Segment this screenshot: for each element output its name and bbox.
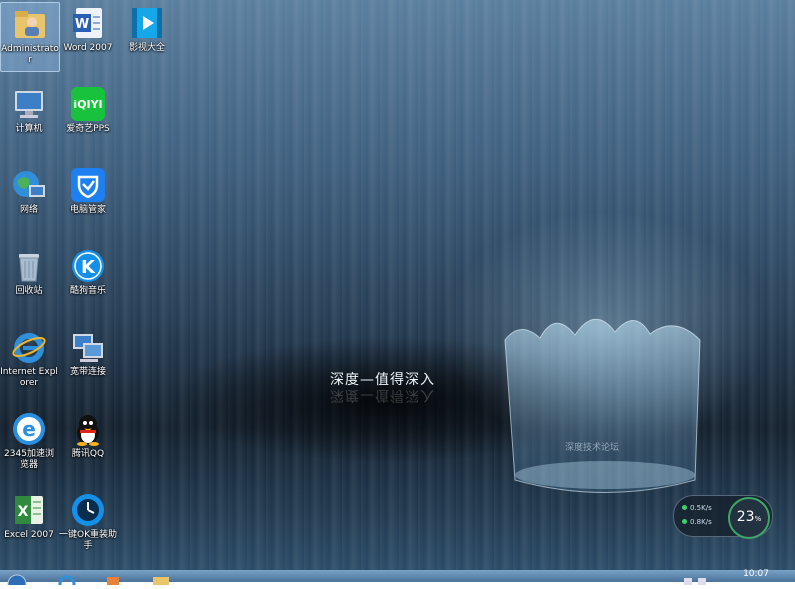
- desktop-icon-kugou[interactable]: K 酷狗音乐: [59, 245, 117, 297]
- start-button[interactable]: [4, 570, 30, 589]
- download-speed: 0.8K/s: [682, 518, 712, 526]
- cpu-usage-gauge: 23%: [728, 497, 770, 539]
- icon-label: 网络: [19, 205, 38, 215]
- svg-text:W: W: [75, 17, 89, 32]
- icon-label: Excel 2007: [4, 530, 54, 540]
- icon-label: Internet Explorer: [0, 367, 58, 388]
- user-folder-icon: [12, 6, 48, 42]
- wallpaper-slogan-reflection: 深度—值得深入: [330, 387, 435, 403]
- svg-text:iQIYI: iQIYI: [73, 98, 102, 111]
- svg-text:e: e: [22, 417, 36, 441]
- qq-icon: [70, 411, 106, 447]
- wallpaper-forum-text: 深度技术论坛: [565, 443, 620, 453]
- desktop-icon-internet-explorer[interactable]: Internet Explorer: [0, 326, 58, 389]
- word-icon: W: [70, 5, 106, 41]
- tray-icons[interactable]: [680, 570, 720, 585]
- icon-label: Administrator: [1, 44, 59, 65]
- excel-icon: X: [11, 492, 47, 528]
- taskbar-clock[interactable]: 10:07: [743, 569, 769, 579]
- 2345-browser-icon: e: [11, 411, 47, 447]
- icon-label: 腾讯QQ: [71, 449, 105, 459]
- svg-text:X: X: [18, 504, 29, 520]
- computer-icon: [11, 86, 47, 122]
- reinstall-helper-icon: [70, 492, 106, 528]
- desktop-icon-administrator[interactable]: Administrator: [0, 2, 60, 72]
- desktop-icon-network[interactable]: 网络: [0, 164, 58, 216]
- desktop-icon-iqiyi[interactable]: iQIYI 爱奇艺PPS: [59, 83, 117, 135]
- icon-label: 计算机: [15, 124, 43, 134]
- icon-label: 爱奇艺PPS: [66, 124, 110, 134]
- network-icon: [11, 167, 47, 203]
- desktop-icon-broadband[interactable]: 宽带连接: [59, 326, 117, 378]
- video-player-icon: [129, 5, 165, 41]
- upload-dot-icon: [682, 505, 687, 510]
- water-glass-illustration: [504, 318, 701, 493]
- taskbar-ie-icon[interactable]: [58, 570, 76, 589]
- upload-speed: 0.5K/s: [682, 504, 712, 512]
- desktop-icon-word[interactable]: W Word 2007: [59, 2, 117, 54]
- desktop-icon-qq[interactable]: 腾讯QQ: [59, 408, 117, 460]
- svg-text:K: K: [81, 257, 96, 278]
- desktop-icon-computer[interactable]: 计算机: [0, 83, 58, 135]
- taskbar: 10:07: [0, 569, 795, 589]
- kugou-icon: K: [70, 248, 106, 284]
- icon-label: 2345加速浏览器: [4, 449, 54, 470]
- icon-label: 回收站: [15, 286, 43, 296]
- icon-label: Word 2007: [63, 43, 113, 53]
- desktop-icon-video-player[interactable]: 影视大全: [118, 2, 176, 54]
- icon-label: 宽带连接: [69, 367, 106, 377]
- pc-manager-icon: [70, 167, 106, 203]
- iqiyi-icon: iQIYI: [70, 86, 106, 122]
- desktop-icon-reinstall-helper[interactable]: 一键OK重装助手: [59, 489, 117, 552]
- recycle-bin-icon: [11, 248, 47, 284]
- icon-label: 酷狗音乐: [69, 286, 106, 296]
- desktop: Administrator 计算机 网络 回收站 Internet Explor…: [0, 0, 795, 570]
- network-speed-widget[interactable]: 0.5K/s 0.8K/s 23%: [673, 495, 773, 539]
- icon-label: 影视大全: [128, 43, 165, 53]
- taskbar-folder-icon[interactable]: [150, 570, 172, 585]
- desktop-icon-pc-manager[interactable]: 电脑管家: [59, 164, 117, 216]
- download-dot-icon: [682, 519, 687, 524]
- internet-explorer-icon: [11, 329, 47, 365]
- desktop-icon-2345-browser[interactable]: e 2345加速浏览器: [0, 408, 58, 471]
- icon-label: 一键OK重装助手: [59, 530, 117, 551]
- desktop-icon-excel[interactable]: X Excel 2007: [0, 489, 58, 541]
- taskbar-media-icon[interactable]: [104, 570, 122, 585]
- broadband-icon: [70, 329, 106, 365]
- icon-label: 电脑管家: [69, 205, 106, 215]
- desktop-icon-recycle-bin[interactable]: 回收站: [0, 245, 58, 297]
